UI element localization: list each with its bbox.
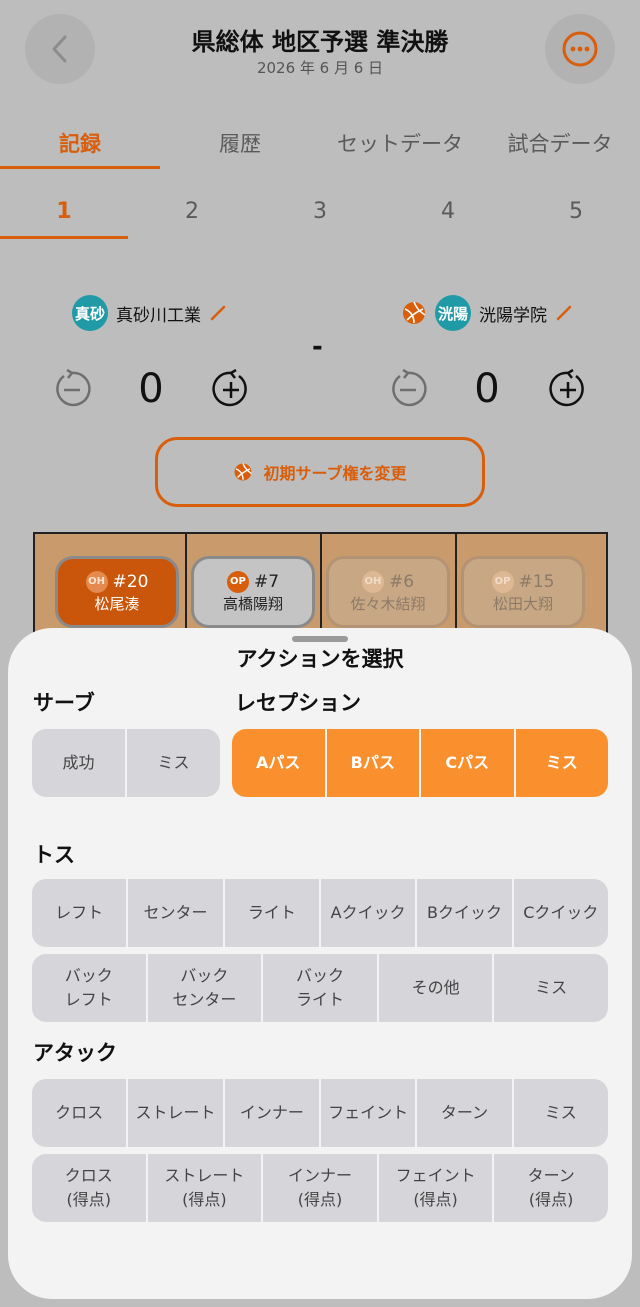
position-badge: OP	[226, 570, 249, 593]
toss-buttons-row2: バック レフト バック センター バック ライト その他 ミス	[32, 954, 608, 1022]
set-tab-5[interactable]: 5	[512, 199, 640, 224]
set-tab-1[interactable]: 1	[0, 199, 128, 224]
attack-turn-point-button[interactable]: ターン (得点)	[494, 1154, 608, 1222]
set-tab-3[interactable]: 3	[256, 199, 384, 224]
attack-buttons-row2: クロス (得点) ストレート (得点) インナー (得点) フェイント (得点) ターン…	[32, 1154, 608, 1222]
home-team-badge: 真砂	[72, 295, 108, 331]
set-tab-2[interactable]: 2	[128, 199, 256, 224]
change-serve-button[interactable]: 初期サーブ権を変更	[155, 437, 485, 507]
attack-cross-button[interactable]: クロス	[32, 1079, 129, 1147]
toss-center-button[interactable]: センター	[128, 879, 225, 947]
player-name: 佐々木結翔	[350, 594, 426, 613]
reception-miss-button[interactable]: ミス	[516, 729, 609, 797]
reception-c-pass-button[interactable]: Cパス	[421, 729, 516, 797]
button-label: バック センター	[172, 966, 237, 1009]
pencil-icon[interactable]	[555, 304, 573, 322]
button-label: バック ライト	[295, 966, 344, 1009]
volleyball-icon	[235, 463, 253, 481]
sheet-grabber[interactable]	[292, 636, 348, 642]
toss-c-quick-button[interactable]: Cクイック	[514, 879, 608, 947]
undo-icon[interactable]	[388, 369, 428, 409]
player-card[interactable]: OP #7 高橋陽翔	[191, 556, 315, 628]
player-number: #6	[388, 571, 415, 592]
score-separator: -	[312, 332, 323, 362]
position-badge: OH	[85, 570, 108, 593]
match-date: 2026 年 6 月 6 日	[256, 59, 384, 77]
reception-section-label: レセプション	[235, 691, 361, 715]
serve-success-button[interactable]: 成功	[32, 729, 127, 797]
tab-history[interactable]: 履歴	[160, 128, 320, 158]
player-number: #20	[112, 571, 149, 592]
add-point-icon[interactable]	[548, 369, 588, 409]
position-badge: OH	[361, 570, 384, 593]
away-team-badge: 洸陽	[435, 295, 471, 331]
toss-buttons-row1: レフト センター ライト Aクイック Bクイック Cクイック	[32, 879, 608, 947]
player-card[interactable]: OH #20 松尾湊	[55, 556, 179, 628]
away-team: 洸陽 洸陽学院	[401, 295, 573, 331]
button-label: インナー (得点)	[287, 1166, 352, 1209]
attack-turn-button[interactable]: ターン	[417, 1079, 514, 1147]
toss-back-right-button[interactable]: バック ライト	[263, 954, 379, 1022]
serve-section-label: サーブ	[33, 691, 95, 715]
reception-buttons: Aパス Bパス Cパス ミス	[232, 729, 608, 797]
more-icon	[562, 31, 598, 67]
page-title: 県総体 地区予選 準決勝	[191, 28, 449, 56]
button-label: バック レフト	[64, 966, 113, 1009]
attack-cross-point-button[interactable]: クロス (得点)	[32, 1154, 148, 1222]
toss-b-quick-button[interactable]: Bクイック	[417, 879, 514, 947]
attack-feint-point-button[interactable]: フェイント (得点)	[379, 1154, 495, 1222]
toss-back-left-button[interactable]: バック レフト	[32, 954, 148, 1022]
button-label: ターン (得点)	[527, 1166, 575, 1209]
volleyball-icon	[403, 301, 426, 324]
toss-back-center-button[interactable]: バック センター	[148, 954, 264, 1022]
player-card[interactable]: OH #6 佐々木結翔	[326, 556, 450, 628]
attack-buttons-row1: クロス ストレート インナー フェイント ターン ミス	[32, 1079, 608, 1147]
change-serve-label: 初期サーブ権を変更	[263, 464, 407, 483]
home-score: 0	[138, 366, 164, 412]
position-badge: OP	[491, 570, 514, 593]
player-number: #15	[518, 571, 555, 592]
toss-right-button[interactable]: ライト	[225, 879, 321, 947]
toss-section-label: トス	[33, 843, 75, 867]
attack-inner-point-button[interactable]: インナー (得点)	[263, 1154, 379, 1222]
tab-underline	[0, 166, 160, 169]
away-team-name: 洸陽学院	[479, 305, 547, 326]
toss-miss-button[interactable]: ミス	[494, 954, 608, 1022]
serve-buttons: 成功 ミス	[32, 729, 220, 797]
pencil-icon[interactable]	[209, 304, 227, 322]
attack-straight-button[interactable]: ストレート	[128, 1079, 225, 1147]
tab-match-data[interactable]: 試合データ	[480, 128, 640, 158]
player-card[interactable]: OP #15 松田大翔	[461, 556, 585, 628]
add-point-icon[interactable]	[211, 369, 251, 409]
serve-miss-button[interactable]: ミス	[127, 729, 220, 797]
more-button[interactable]	[545, 14, 615, 84]
home-team-name: 真砂川工業	[116, 305, 201, 326]
button-label: フェイント (得点)	[395, 1166, 476, 1209]
tab-record[interactable]: 記録	[0, 128, 160, 158]
set-underline	[0, 236, 128, 239]
player-number: #7	[253, 571, 280, 592]
reception-b-pass-button[interactable]: Bパス	[327, 729, 421, 797]
attack-feint-button[interactable]: フェイント	[321, 1079, 418, 1147]
button-label: クロス (得点)	[64, 1166, 113, 1209]
toss-a-quick-button[interactable]: Aクイック	[321, 879, 418, 947]
toss-other-button[interactable]: その他	[379, 954, 495, 1022]
reception-a-pass-button[interactable]: Aパス	[232, 729, 327, 797]
sheet-title: アクションを選択	[236, 647, 404, 671]
player-name: 松尾湊	[94, 594, 140, 613]
attack-inner-button[interactable]: インナー	[225, 1079, 321, 1147]
tab-set-data[interactable]: セットデータ	[320, 128, 480, 158]
toss-left-button[interactable]: レフト	[32, 879, 129, 947]
set-tab-4[interactable]: 4	[384, 199, 512, 224]
undo-icon[interactable]	[52, 369, 92, 409]
attack-section-label: アタック	[33, 1041, 117, 1065]
away-score: 0	[474, 366, 500, 412]
attack-miss-button[interactable]: ミス	[514, 1079, 608, 1147]
player-name: 松田大翔	[492, 594, 553, 613]
home-team: 真砂 真砂川工業	[72, 295, 227, 331]
button-label: ストレート (得点)	[164, 1166, 245, 1209]
player-name: 高橋陽翔	[222, 594, 283, 613]
attack-straight-point-button[interactable]: ストレート (得点)	[148, 1154, 264, 1222]
